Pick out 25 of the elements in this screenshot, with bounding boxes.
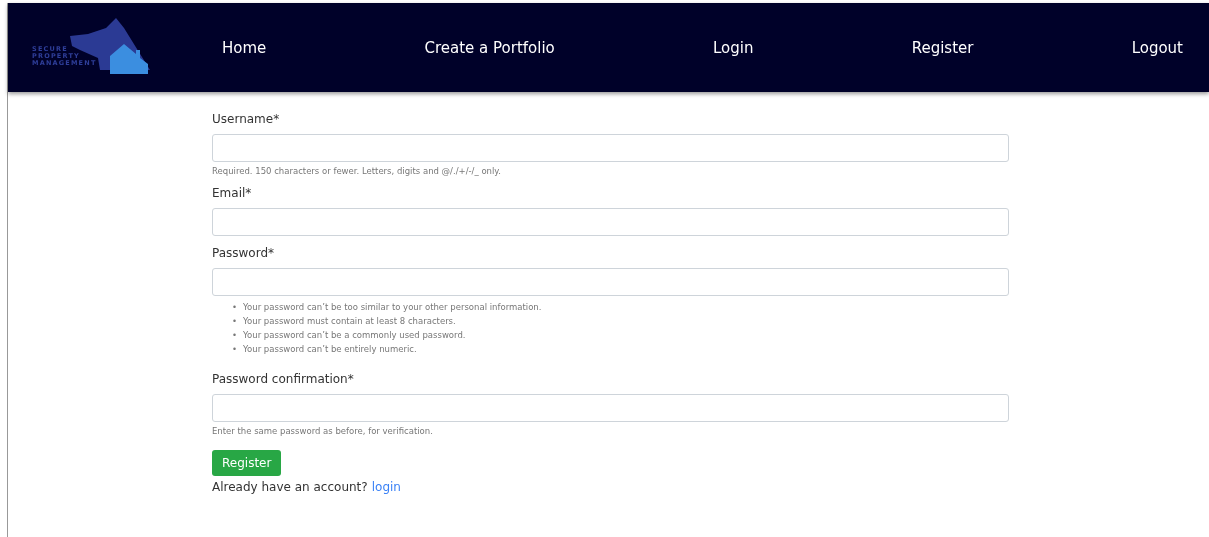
- nav-link[interactable]: Login: [713, 38, 754, 57]
- field-label: Password*: [212, 246, 276, 260]
- bullet-mark: •: [232, 329, 237, 342]
- bullet-mark: •: [232, 301, 237, 314]
- nav-link[interactable]: Home: [222, 38, 267, 57]
- password-rule: Your password can’t be a commonly used password.: [243, 329, 466, 342]
- field-label: Email*: [212, 186, 253, 200]
- nav-link[interactable]: Logout: [1131, 38, 1183, 57]
- input-field[interactable]: [212, 208, 1009, 236]
- password-rule: Your password must contain at least 8 characters.: [243, 315, 456, 328]
- password-rule: Your password can’t be too similar to your other personal information.: [243, 301, 542, 314]
- password-rule: Your password can’t be entirely numeric.: [243, 343, 417, 356]
- input-field[interactable]: [212, 268, 1009, 296]
- bullet-mark: •: [232, 315, 237, 328]
- field-label: Username*: [212, 112, 281, 126]
- bullet-mark: •: [232, 343, 237, 356]
- nav-link[interactable]: Create a Portfolio: [424, 38, 555, 57]
- input-field[interactable]: [212, 394, 1009, 422]
- help-text: Required. 150 characters or fewer. Letters, digits and @/./+/-/_ only.: [212, 166, 502, 176]
- nav-link[interactable]: Register: [911, 38, 974, 57]
- field-label: Password confirmation*: [212, 372, 355, 386]
- login-link[interactable]: login: [371, 480, 401, 494]
- input-field[interactable]: [212, 134, 1009, 162]
- help-text: Enter the same password as before, for verification.: [212, 426, 434, 436]
- account-prompt: Already have an account?: [212, 480, 368, 494]
